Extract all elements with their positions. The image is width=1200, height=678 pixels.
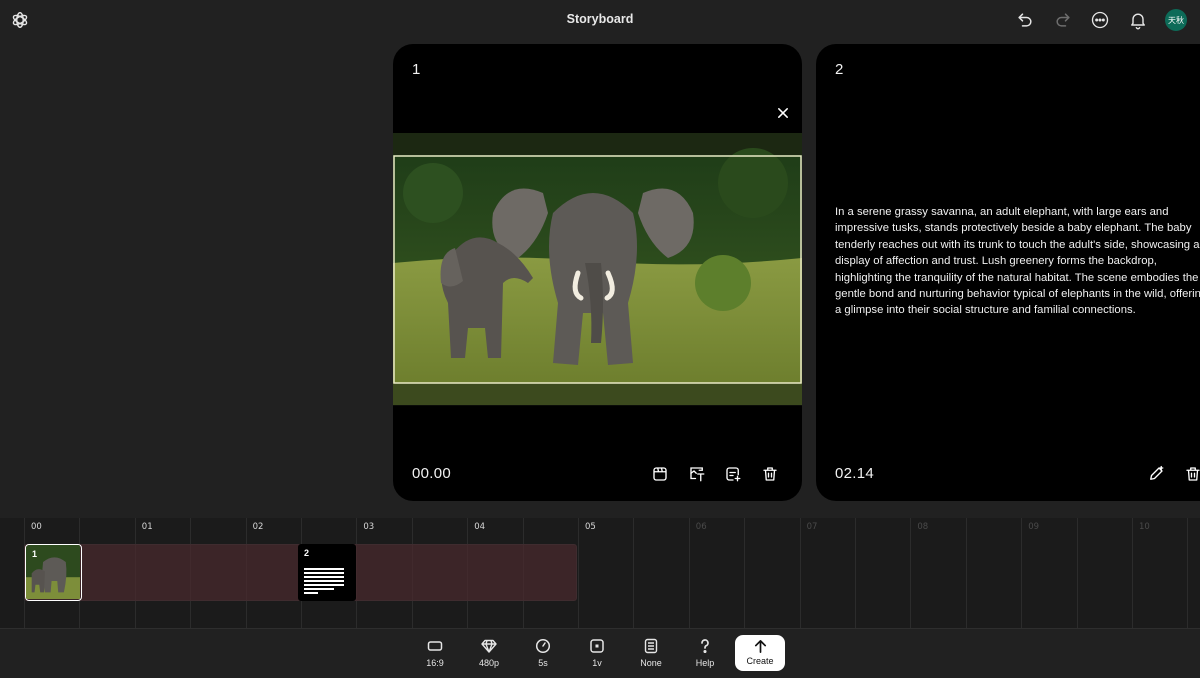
clock-icon (535, 638, 551, 654)
clip-number: 2 (304, 548, 309, 558)
timeline[interactable]: 00 01 02 03 04 05 06 07 08 09 10 1 2 (0, 518, 1200, 628)
variations-icon (589, 638, 605, 654)
toolbar-label: 16:9 (426, 658, 444, 668)
ruler-label: 05 (585, 522, 596, 532)
delete-button[interactable] (1182, 463, 1200, 485)
text-overlay-button[interactable] (686, 463, 708, 485)
ruler-label: 04 (474, 522, 485, 532)
undo-button[interactable] (1013, 8, 1037, 32)
avatar[interactable]: 天秋 (1165, 9, 1187, 31)
ruler-label: 03 (363, 522, 374, 532)
elephant-scene-image[interactable] (393, 133, 802, 406)
ruler-label: 08 (917, 522, 928, 532)
bottom-toolbar: 16:9 480p 5s 1v None Help Create (0, 628, 1200, 678)
clip-number: 1 (32, 549, 37, 559)
resolution-button[interactable]: 480p (466, 638, 512, 672)
timeline-gridline (1187, 518, 1188, 628)
ruler-label: 02 (253, 522, 264, 532)
card-timestamp: 02.14 (835, 465, 874, 482)
timeline-gridline (855, 518, 856, 628)
close-button[interactable] (773, 103, 793, 123)
toolbar-label: 480p (479, 658, 499, 668)
ruler-label: 00 (31, 522, 42, 532)
text-overlay-icon (688, 465, 706, 483)
ruler-label: 07 (807, 522, 818, 532)
toolbar-label: 5s (538, 658, 548, 668)
redo-button[interactable] (1051, 8, 1075, 32)
help-button[interactable]: Help (682, 638, 728, 672)
timeline-gridline (744, 518, 745, 628)
bell-icon (1128, 10, 1148, 30)
aspect-ratio-button[interactable]: 16:9 (412, 638, 458, 672)
arrow-up-icon (753, 639, 768, 654)
media-button[interactable] (649, 463, 671, 485)
text-lines-icon (304, 568, 346, 595)
toolbar-label: None (640, 658, 662, 668)
help-icon (697, 638, 713, 654)
redo-icon (1053, 10, 1073, 30)
create-label: Create (746, 656, 773, 666)
delete-button[interactable] (759, 463, 781, 485)
toolbar-label: 1v (592, 658, 602, 668)
storyboard-card-2[interactable]: 2 In a serene grassy savanna, an adult e… (816, 44, 1200, 501)
timeline-gridline (633, 518, 634, 628)
notifications-button[interactable] (1126, 8, 1150, 32)
aspect-ratio-icon (427, 638, 443, 654)
card-number: 2 (835, 61, 843, 78)
media-icon (651, 465, 669, 483)
card-number: 1 (412, 61, 420, 78)
preset-icon (643, 638, 659, 654)
ruler-label: 10 (1139, 522, 1150, 532)
more-icon (1090, 10, 1110, 30)
ruler-label: 06 (696, 522, 707, 532)
timeline-gridline (1021, 518, 1022, 628)
trash-icon (761, 465, 779, 483)
timeline-gridline (1132, 518, 1133, 628)
timeline-clip-1[interactable]: 1 (25, 544, 82, 601)
card-2-toolbar (1145, 463, 1200, 485)
card-timestamp: 00.00 (412, 465, 451, 482)
card-1-toolbar (649, 463, 795, 485)
toolbar-label: Help (696, 658, 715, 668)
timeline-gridline (800, 518, 801, 628)
timeline-clip-2[interactable]: 2 (298, 544, 356, 601)
caption-icon (724, 465, 742, 483)
more-button[interactable] (1088, 8, 1112, 32)
timeline-gridline (578, 518, 579, 628)
storyboard-card-1[interactable]: 1 (393, 44, 802, 501)
caption-button[interactable] (722, 463, 744, 485)
duration-button[interactable]: 5s (520, 638, 566, 672)
create-button[interactable]: Create (735, 635, 785, 671)
edit-button[interactable] (1145, 463, 1167, 485)
close-icon (776, 106, 790, 120)
scene-description[interactable]: In a serene grassy savanna, an adult ele… (835, 204, 1200, 319)
timeline-gridline (910, 518, 911, 628)
undo-icon (1015, 10, 1035, 30)
ruler-label: 09 (1028, 522, 1039, 532)
trash-icon (1184, 465, 1200, 483)
ruler-label: 01 (142, 522, 153, 532)
timeline-gridline (689, 518, 690, 628)
edit-icon (1147, 465, 1165, 483)
diamond-icon (481, 638, 497, 654)
variations-button[interactable]: 1v (574, 638, 620, 672)
header: Storyboard 天秋 (0, 0, 1200, 40)
timeline-gridline (1077, 518, 1078, 628)
preset-button[interactable]: None (628, 638, 674, 672)
timeline-gridline (966, 518, 967, 628)
